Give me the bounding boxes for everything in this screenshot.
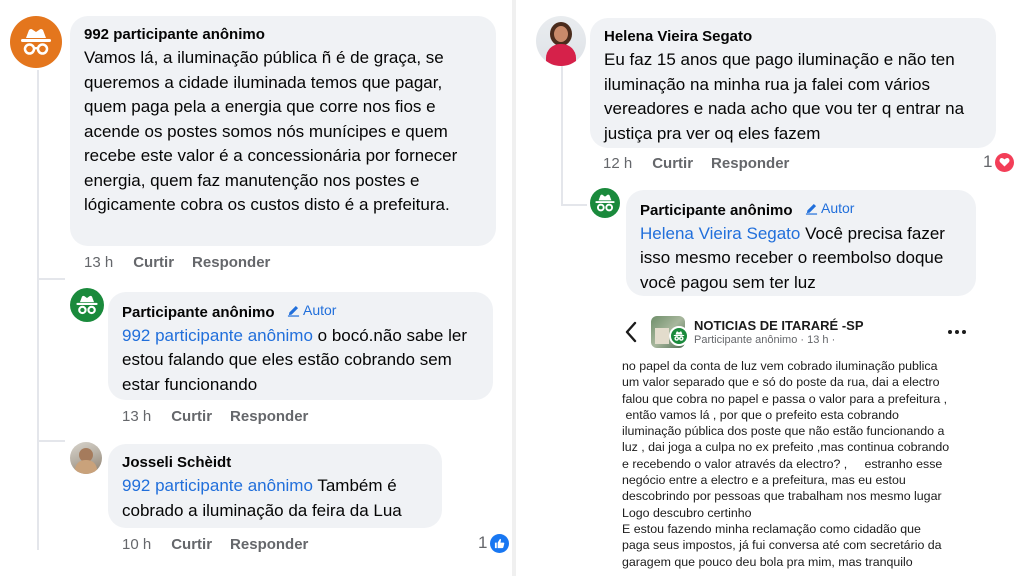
thread-line bbox=[561, 66, 563, 206]
like-button[interactable]: Curtir bbox=[133, 254, 174, 271]
user-avatar[interactable] bbox=[70, 442, 102, 474]
back-chevron-icon[interactable] bbox=[624, 320, 638, 344]
anonymous-avatar[interactable] bbox=[590, 188, 620, 218]
reply-button[interactable]: Responder bbox=[230, 408, 308, 425]
comment-bubble: Josseli Schèidt 992 participante anônimo… bbox=[108, 444, 442, 528]
comment-bubble: Participante anônimo Autor 992 participa… bbox=[108, 292, 493, 400]
comment-actions: 12 h Curtir Responder bbox=[603, 155, 807, 172]
reaction-count: 1 bbox=[478, 533, 488, 552]
commenter-name[interactable]: 992 participante anônimo bbox=[84, 26, 265, 43]
avatar-photo-body bbox=[546, 44, 576, 66]
comment-actions: 13 h Curtir Responder bbox=[84, 254, 288, 271]
like-reaction-icon bbox=[490, 533, 510, 553]
comment-time[interactable]: 13 h bbox=[84, 254, 113, 271]
mention-link[interactable]: Helena Vieira Segato bbox=[640, 224, 800, 243]
anonymous-avatar[interactable] bbox=[10, 16, 62, 68]
author-badge-label: Autor bbox=[302, 302, 337, 318]
thread-branch bbox=[37, 278, 65, 280]
commenter-name[interactable]: Participante anônimo bbox=[640, 202, 793, 219]
pencil-icon bbox=[287, 305, 300, 317]
incognito-icon bbox=[21, 29, 51, 55]
comment-actions: 10 h Curtir Responder bbox=[122, 536, 326, 553]
anonymous-avatar bbox=[669, 326, 689, 346]
love-reaction-icon bbox=[995, 152, 1015, 172]
avatar-photo-body bbox=[75, 460, 97, 474]
dot bbox=[955, 330, 959, 334]
comment-bubble: Participante anônimo Autor Helena Vieira… bbox=[626, 190, 976, 296]
comment-text: Vamos lá, a iluminação pública ñ é de gr… bbox=[84, 48, 458, 214]
dot bbox=[962, 330, 966, 334]
group-photo-building bbox=[655, 328, 669, 344]
thread-branch bbox=[561, 204, 587, 206]
author-badge: Autor bbox=[287, 302, 336, 318]
reaction-count: 1 bbox=[983, 152, 993, 171]
comment-text: 992 participante anônimo o bocó.não sabe… bbox=[122, 324, 479, 398]
user-avatar[interactable] bbox=[536, 16, 586, 66]
more-options-icon[interactable] bbox=[948, 330, 966, 334]
commenter-name[interactable]: Participante anônimo bbox=[122, 304, 275, 321]
mention-link[interactable]: 992 participante anônimo bbox=[122, 476, 313, 495]
commenter-name[interactable]: Helena Vieira Segato bbox=[604, 28, 752, 45]
comment-bubble: Helena Vieira Segato Eu faz 15 anos que … bbox=[590, 18, 996, 148]
author-badge: Autor bbox=[805, 200, 854, 216]
author-badge-label: Autor bbox=[820, 200, 855, 216]
thread-branch bbox=[37, 440, 65, 442]
comment-text: 992 participante anônimo Também é cobrad… bbox=[122, 474, 428, 523]
incognito-icon bbox=[595, 194, 615, 212]
thread-line bbox=[37, 70, 39, 550]
mention-link[interactable]: 992 participante anônimo bbox=[122, 326, 313, 345]
reply-button[interactable]: Responder bbox=[192, 254, 270, 271]
reaction-summary[interactable]: 1 bbox=[478, 533, 510, 553]
comment-actions: 13 h Curtir Responder bbox=[122, 408, 326, 425]
comment-time[interactable]: 12 h bbox=[603, 155, 632, 172]
comment-text: Helena Vieira Segato Você precisa fazer … bbox=[640, 222, 962, 296]
incognito-icon bbox=[673, 331, 685, 341]
like-button[interactable]: Curtir bbox=[171, 536, 212, 553]
pencil-icon bbox=[805, 203, 818, 215]
commenter-name[interactable]: Josseli Schèidt bbox=[122, 454, 231, 471]
post-body-text: no papel da conta de luz vem cobrado ilu… bbox=[622, 359, 950, 569]
comment-time[interactable]: 13 h bbox=[122, 408, 151, 425]
panel-divider bbox=[512, 0, 516, 576]
reply-button[interactable]: Responder bbox=[711, 155, 789, 172]
avatar-photo-face bbox=[554, 26, 568, 42]
reaction-summary[interactable]: 1 bbox=[983, 152, 1015, 172]
group-name[interactable]: NOTICIAS DE ITARARÉ -SP bbox=[694, 318, 864, 333]
anonymous-avatar[interactable] bbox=[70, 288, 104, 322]
comment-bubble: 992 participante anônimo Vamos lá, a ilu… bbox=[70, 16, 496, 246]
comment-header: Participante anônimo Autor bbox=[640, 200, 962, 220]
incognito-icon bbox=[76, 295, 98, 315]
comment-time[interactable]: 10 h bbox=[122, 536, 151, 553]
like-button[interactable]: Curtir bbox=[171, 408, 212, 425]
post-author-line: Participante anônimo · 13 h · bbox=[694, 334, 836, 346]
dot bbox=[948, 330, 952, 334]
comment-header: Participante anônimo Autor bbox=[122, 302, 479, 322]
like-button[interactable]: Curtir bbox=[652, 155, 693, 172]
reply-button[interactable]: Responder bbox=[230, 536, 308, 553]
comment-text: Eu faz 15 anos que pago iluminação e não… bbox=[604, 50, 965, 143]
